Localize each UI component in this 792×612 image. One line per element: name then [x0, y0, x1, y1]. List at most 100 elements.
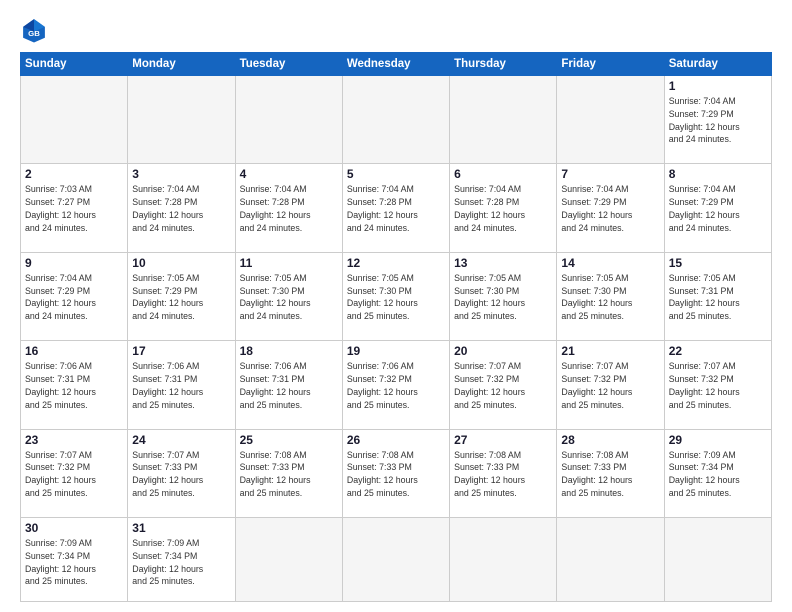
day-info: Sunrise: 7:06 AM Sunset: 7:31 PM Dayligh… [240, 360, 338, 411]
table-row: 13Sunrise: 7:05 AM Sunset: 7:30 PM Dayli… [450, 252, 557, 340]
day-number: 19 [347, 344, 445, 358]
col-friday: Friday [557, 53, 664, 76]
day-info: Sunrise: 7:06 AM Sunset: 7:32 PM Dayligh… [347, 360, 445, 411]
day-number: 31 [132, 521, 230, 535]
day-info: Sunrise: 7:04 AM Sunset: 7:28 PM Dayligh… [454, 183, 552, 234]
calendar-week-5: 23 Sunrise: 7:07 AM Sunset: 7:32 PM Dayli… [21, 429, 772, 517]
calendar-table: Sunday Monday Tuesday Wednesday Thursday… [20, 52, 772, 602]
table-row: 11 Sunrise: 7:05 AM Sunset: 7:30 PM Dayli… [235, 252, 342, 340]
day-number: 14 [561, 256, 659, 270]
col-monday: Monday [128, 53, 235, 76]
col-saturday: Saturday [664, 53, 771, 76]
page: GB Sunday Monday Tuesday Wednesday Thurs… [0, 0, 792, 612]
day-number: 20 [454, 344, 552, 358]
table-row: 26Sunrise: 7:08 AM Sunset: 7:33 PM Dayli… [342, 429, 449, 517]
day-info: Sunrise: 7:05 AM Sunset: 7:30 PM Dayligh… [347, 272, 445, 323]
table-row: 15Sunrise: 7:05 AM Sunset: 7:31 PM Dayli… [664, 252, 771, 340]
day-number: 7 [561, 167, 659, 181]
day-info: Sunrise: 7:07 AM Sunset: 7:32 PM Dayligh… [454, 360, 552, 411]
svg-text:GB: GB [28, 29, 40, 38]
table-row [235, 76, 342, 164]
day-number: 8 [669, 167, 767, 181]
col-wednesday: Wednesday [342, 53, 449, 76]
table-row: 12 Sunrise: 7:05 AM Sunset: 7:30 PM Dayli… [342, 252, 449, 340]
day-info: Sunrise: 7:08 AM Sunset: 7:33 PM Dayligh… [454, 449, 552, 500]
day-info: Sunrise: 7:09 AM Sunset: 7:34 PM Dayligh… [132, 537, 230, 588]
header: GB [20, 16, 772, 44]
table-row: 22 Sunrise: 7:07 AM Sunset: 7:32 PM Dayli… [664, 341, 771, 429]
table-row [664, 518, 771, 602]
day-number: 10 [132, 256, 230, 270]
day-info: Sunrise: 7:04 AM Sunset: 7:29 PM Dayligh… [561, 183, 659, 234]
col-sunday: Sunday [21, 53, 128, 76]
day-number: 25 [240, 433, 338, 447]
day-info: Sunrise: 7:07 AM Sunset: 7:33 PM Dayligh… [132, 449, 230, 500]
logo-icon: GB [20, 16, 48, 44]
calendar-week-6: 30 Sunrise: 7:09 AM Sunset: 7:34 PM Dayli… [21, 518, 772, 602]
table-row: 2Sunrise: 7:03 AM Sunset: 7:27 PM Daylig… [21, 164, 128, 252]
table-row: 8 Sunrise: 7:04 AM Sunset: 7:29 PM Daylig… [664, 164, 771, 252]
col-thursday: Thursday [450, 53, 557, 76]
table-row [557, 518, 664, 602]
day-number: 23 [25, 433, 123, 447]
table-row: 6 Sunrise: 7:04 AM Sunset: 7:28 PM Daylig… [450, 164, 557, 252]
table-row: 7 Sunrise: 7:04 AM Sunset: 7:29 PM Daylig… [557, 164, 664, 252]
day-number: 26 [347, 433, 445, 447]
day-number: 30 [25, 521, 123, 535]
table-row: 20 Sunrise: 7:07 AM Sunset: 7:32 PM Dayli… [450, 341, 557, 429]
day-info: Sunrise: 7:05 AM Sunset: 7:30 PM Dayligh… [561, 272, 659, 323]
table-row: 21Sunrise: 7:07 AM Sunset: 7:32 PM Dayli… [557, 341, 664, 429]
table-row [235, 518, 342, 602]
day-info: Sunrise: 7:09 AM Sunset: 7:34 PM Dayligh… [25, 537, 123, 588]
day-info: Sunrise: 7:04 AM Sunset: 7:28 PM Dayligh… [347, 183, 445, 234]
table-row: 29Sunrise: 7:09 AM Sunset: 7:34 PM Dayli… [664, 429, 771, 517]
table-row [342, 76, 449, 164]
logo: GB [20, 16, 50, 44]
day-info: Sunrise: 7:08 AM Sunset: 7:33 PM Dayligh… [240, 449, 338, 500]
day-number: 11 [240, 256, 338, 270]
calendar-week-4: 16 Sunrise: 7:06 AM Sunset: 7:31 PM Dayli… [21, 341, 772, 429]
table-row: 9 Sunrise: 7:04 AM Sunset: 7:29 PM Daylig… [21, 252, 128, 340]
day-info: Sunrise: 7:05 AM Sunset: 7:30 PM Dayligh… [240, 272, 338, 323]
day-number: 16 [25, 344, 123, 358]
day-number: 28 [561, 433, 659, 447]
day-number: 12 [347, 256, 445, 270]
table-row: 28 Sunrise: 7:08 AM Sunset: 7:33 PM Dayli… [557, 429, 664, 517]
day-number: 2 [25, 167, 123, 181]
calendar-header-row: Sunday Monday Tuesday Wednesday Thursday… [21, 53, 772, 76]
day-number: 15 [669, 256, 767, 270]
day-number: 4 [240, 167, 338, 181]
day-info: Sunrise: 7:06 AM Sunset: 7:31 PM Dayligh… [132, 360, 230, 411]
table-row: 30 Sunrise: 7:09 AM Sunset: 7:34 PM Dayli… [21, 518, 128, 602]
day-info: Sunrise: 7:07 AM Sunset: 7:32 PM Dayligh… [25, 449, 123, 500]
table-row [128, 76, 235, 164]
day-info: Sunrise: 7:08 AM Sunset: 7:33 PM Dayligh… [561, 449, 659, 500]
table-row: 14 Sunrise: 7:05 AM Sunset: 7:30 PM Dayli… [557, 252, 664, 340]
table-row: 27Sunrise: 7:08 AM Sunset: 7:33 PM Dayli… [450, 429, 557, 517]
table-row: 24 Sunrise: 7:07 AM Sunset: 7:33 PM Dayli… [128, 429, 235, 517]
table-row: 23 Sunrise: 7:07 AM Sunset: 7:32 PM Dayli… [21, 429, 128, 517]
day-number: 18 [240, 344, 338, 358]
day-info: Sunrise: 7:04 AM Sunset: 7:29 PM Dayligh… [669, 95, 767, 146]
day-number: 13 [454, 256, 552, 270]
day-info: Sunrise: 7:09 AM Sunset: 7:34 PM Dayligh… [669, 449, 767, 500]
table-row: 25 Sunrise: 7:08 AM Sunset: 7:33 PM Dayli… [235, 429, 342, 517]
table-row: 4Sunrise: 7:04 AM Sunset: 7:28 PM Daylig… [235, 164, 342, 252]
day-info: Sunrise: 7:04 AM Sunset: 7:29 PM Dayligh… [25, 272, 123, 323]
day-info: Sunrise: 7:04 AM Sunset: 7:28 PM Dayligh… [132, 183, 230, 234]
day-number: 24 [132, 433, 230, 447]
table-row [557, 76, 664, 164]
table-row: 3Sunrise: 7:04 AM Sunset: 7:28 PM Daylig… [128, 164, 235, 252]
day-number: 9 [25, 256, 123, 270]
day-info: Sunrise: 7:07 AM Sunset: 7:32 PM Dayligh… [669, 360, 767, 411]
table-row: 17Sunrise: 7:06 AM Sunset: 7:31 PM Dayli… [128, 341, 235, 429]
table-row [342, 518, 449, 602]
table-row [450, 76, 557, 164]
table-row: 31 Sunrise: 7:09 AM Sunset: 7:34 PM Dayli… [128, 518, 235, 602]
day-number: 6 [454, 167, 552, 181]
day-number: 22 [669, 344, 767, 358]
table-row: 19 Sunrise: 7:06 AM Sunset: 7:32 PM Dayli… [342, 341, 449, 429]
calendar-body: 1Sunrise: 7:04 AM Sunset: 7:29 PM Daylig… [21, 76, 772, 602]
day-info: Sunrise: 7:04 AM Sunset: 7:29 PM Dayligh… [669, 183, 767, 234]
day-info: Sunrise: 7:06 AM Sunset: 7:31 PM Dayligh… [25, 360, 123, 411]
